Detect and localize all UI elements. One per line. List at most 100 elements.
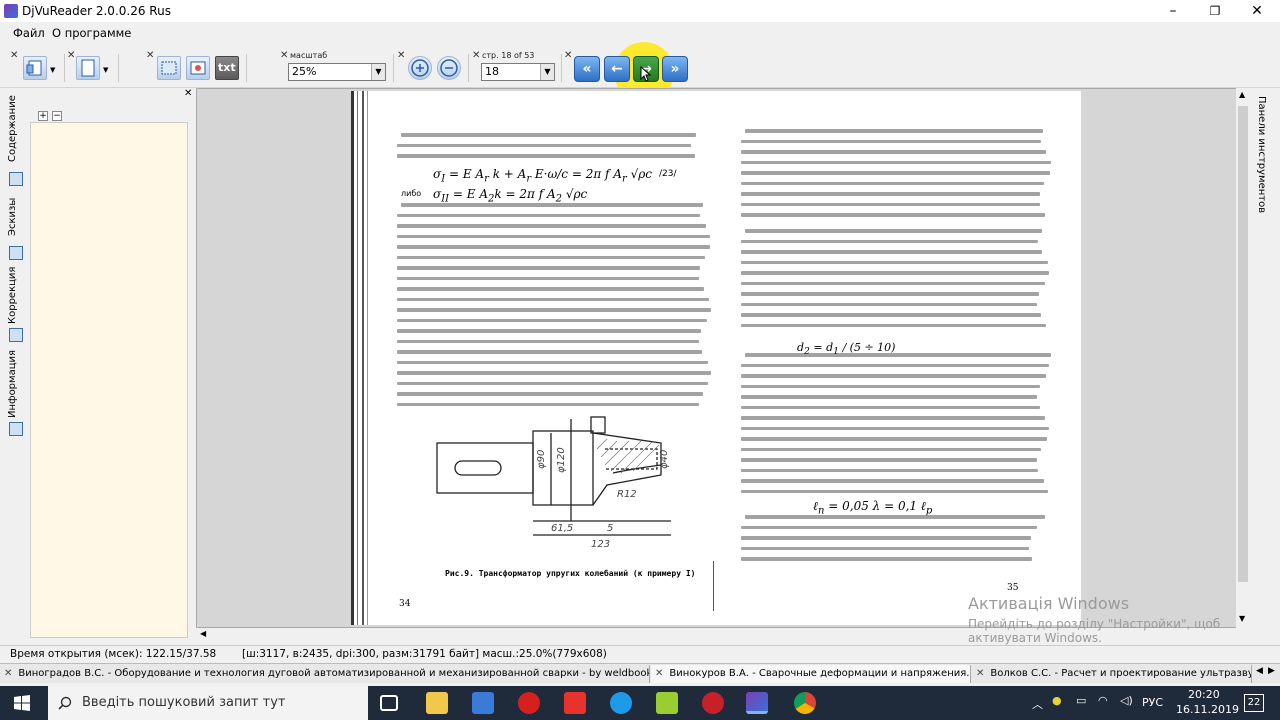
expand-all-icon[interactable]: + [38, 111, 48, 121]
scanned-text-line [741, 192, 1040, 196]
store-icon[interactable] [472, 692, 494, 714]
scanned-text-line [397, 276, 700, 280]
tab-thumbnails[interactable]: Эскизы [7, 192, 25, 242]
page-icon [81, 59, 95, 77]
scanned-text-line [741, 426, 1049, 430]
tabs-scroll-right-icon[interactable]: ▶ [1268, 666, 1275, 676]
scanned-text-line [745, 129, 1044, 133]
maximize-button[interactable]: ❐ [1194, 0, 1236, 22]
scanned-text-line [397, 339, 700, 343]
toolbars-panel-label[interactable]: Панели инструментов [1256, 96, 1267, 213]
zoom-in-button[interactable] [408, 56, 432, 80]
scanned-text-line [741, 525, 1038, 529]
doc-tab-1[interactable]: ✕ Виноградов В.С. - Оборудование и технол… [0, 665, 650, 683]
scanned-text-line [397, 297, 710, 301]
scroll-down-icon[interactable]: ▼ [1239, 614, 1245, 623]
contents-tree[interactable] [30, 122, 188, 638]
yandex-icon[interactable] [564, 692, 586, 714]
vertical-scrollbar[interactable]: ▲ ▼ [1236, 88, 1250, 628]
scanned-text-line [741, 447, 1042, 451]
app-red-icon[interactable] [702, 692, 724, 714]
dim-123: 123 [591, 539, 610, 550]
menu-file[interactable]: Файл [13, 26, 45, 40]
tray-chevron-up-icon[interactable]: ︿ [1032, 696, 1043, 712]
collapse-all-icon[interactable]: − [52, 111, 62, 121]
last-page-button[interactable]: » [662, 56, 688, 82]
scanned-text-line [397, 266, 701, 270]
scanned-text-line [741, 405, 1040, 409]
scale-select[interactable]: 25% ▼ [288, 63, 386, 81]
scanned-text-line [397, 350, 703, 354]
toolbar-close-icon[interactable]: ✕ [146, 50, 154, 61]
scroll-up-icon[interactable]: ▲ [1239, 90, 1245, 99]
toolbar-close-icon[interactable]: ✕ [67, 50, 75, 61]
left-panel-close-icon[interactable]: ✕ [184, 88, 192, 99]
double-chevron-right-icon: » [670, 61, 680, 77]
scanned-text-line [741, 489, 1049, 493]
scanned-text-line [745, 353, 1051, 357]
scanned-text-line [741, 479, 1044, 483]
scanned-text-line [397, 318, 707, 322]
select-area-button[interactable] [157, 56, 181, 80]
tray-app-icon[interactable]: ● [1052, 694, 1062, 707]
close-window-button[interactable]: ✕ [1236, 0, 1278, 22]
tabs-scroll-left-icon[interactable]: ◀ [1256, 666, 1263, 676]
scroll-thumb[interactable] [1238, 106, 1248, 582]
close-tab-icon[interactable]: ✕ [976, 668, 984, 679]
toolbar-close-icon[interactable]: ✕ [10, 50, 18, 61]
doc-tab-3[interactable]: ✕ Волков С.С. - Расчет и проектирование у… [972, 665, 1252, 683]
scanned-text-line [741, 468, 1039, 472]
close-tab-icon[interactable]: ✕ [655, 668, 663, 679]
djvureader-taskbar-icon[interactable] [746, 692, 768, 714]
image-mode-button[interactable] [186, 56, 210, 80]
scanned-text-line [741, 384, 1040, 388]
file-explorer-icon[interactable] [426, 692, 448, 714]
scanned-text-line [397, 234, 711, 238]
layout-button[interactable] [23, 56, 47, 80]
toolbar-close-icon[interactable]: ✕ [280, 50, 288, 61]
clock-time[interactable]: 20:20 [1188, 688, 1220, 701]
minimize-button[interactable]: – [1152, 0, 1194, 22]
doc-tab-2[interactable]: ✕ Винокуров В.А. - Сварочные деформации и… [651, 665, 971, 683]
tool-icon[interactable] [656, 692, 678, 714]
chrome-icon[interactable] [794, 692, 816, 714]
toolbar-close-icon[interactable]: ✕ [472, 50, 480, 61]
scroll-left-icon[interactable]: ◀ [200, 629, 206, 638]
tray-volume-icon[interactable]: ◁) [1120, 694, 1133, 707]
tray-wifi-icon[interactable]: ◠ [1098, 694, 1108, 707]
notification-center-icon[interactable]: 22 [1244, 694, 1264, 712]
opera-icon[interactable] [518, 692, 540, 714]
scanned-text-line [741, 546, 1029, 550]
menu-about[interactable]: О программе [52, 26, 131, 40]
clock-date[interactable]: 16.11.2019 [1176, 703, 1239, 716]
scanned-text-line [741, 139, 1041, 143]
scale-label: масштаб [290, 51, 328, 60]
tab-correction[interactable]: Коррекция [7, 266, 25, 324]
toolbar-close-icon[interactable]: ✕ [564, 50, 572, 61]
scanned-text-line [741, 302, 1038, 306]
tab-contents[interactable]: Содержание [7, 95, 25, 162]
scanned-text-line [741, 395, 1037, 399]
taskbar-search[interactable]: Введіть пошуковий запит тут [48, 686, 368, 720]
layout-dropdown-icon[interactable]: ▼ [50, 66, 55, 74]
document-viewer[interactable]: σI = E Ar k + Ar E·ω/c = 2π f Ar √ρc /23… [196, 88, 1250, 628]
page-select[interactable]: 18 ▼ [481, 63, 555, 81]
tree-buttons: + − [38, 108, 66, 121]
skype-icon[interactable] [610, 692, 632, 714]
formula-label: либо [401, 189, 422, 198]
toolbar-close-icon[interactable]: ✕ [397, 50, 405, 61]
task-view-icon[interactable] [380, 695, 398, 711]
scanned-text-line [397, 154, 696, 158]
tab-information[interactable]: Информация [7, 350, 25, 418]
language-indicator[interactable]: РУС [1142, 696, 1163, 709]
txt-mode-button[interactable]: txt [215, 56, 239, 80]
tray-network-icon[interactable]: ▭ [1076, 694, 1086, 707]
zoom-out-button[interactable] [437, 56, 461, 80]
page-mode-dropdown-icon[interactable]: ▼ [103, 66, 108, 74]
prev-page-button[interactable]: ← [604, 56, 630, 82]
scanned-text-line [745, 515, 1045, 519]
windows-start-icon[interactable] [14, 695, 30, 711]
first-page-button[interactable]: « [574, 56, 600, 82]
page-mode-button[interactable] [76, 56, 100, 80]
close-tab-icon[interactable]: ✕ [4, 668, 12, 679]
